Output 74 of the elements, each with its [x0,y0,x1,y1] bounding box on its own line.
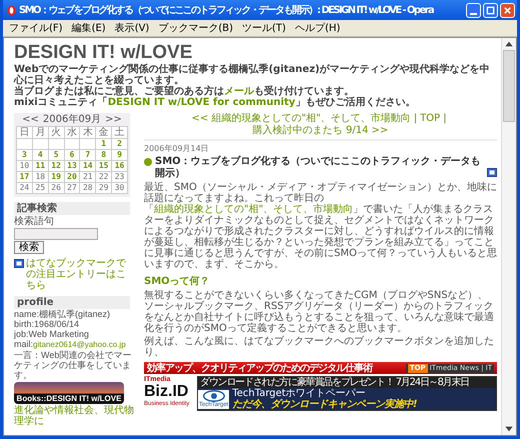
maximize-icon [486,6,495,14]
maximize-button[interactable] [483,2,498,18]
blog-description: 当ブログまたは私にご意見、ご要望のある方はメールも受け付けています。 [14,86,354,97]
section-heading: profile [14,296,130,309]
search-button[interactable]: 検索 [14,241,44,254]
text-link[interactable]: 組織的現象としての"相"、そして、市場動向 [154,204,354,215]
close-button[interactable] [500,2,515,18]
menu-item[interactable]: ヘルプ(H) [294,21,340,35]
entry-nav-link[interactable]: TOP [420,113,440,124]
bookmark-icon [14,259,24,268]
weekday-header: 月 [32,126,48,138]
entry-nav-link[interactable]: 購入検討中のまたち 9/14 >> [252,125,388,136]
email-link[interactable]: gitanez0614@yahoo.co.jp [33,340,126,349]
close-icon [503,6,512,14]
entry-paragraph: 例えば、こんな風に、はてなブックマークへのブックマークボタンを追加したり、 [144,336,495,358]
entry-subheading: SMOって何？ [144,276,211,288]
weekday-header: 日 [16,126,32,138]
menu-item[interactable]: ツール(T) [242,21,286,35]
entry-paragraph: 無視することができないくらい多くなってきたCGM（ブログやSNSなど）、ソーシャルブックマーク、RSSアグリゲータ（リーダー）からのトラフィックをなんとか自社サイトに呼び込もうとすることを狙って、いろんな意味で最適化を行うのがSMOって定義することができると思います。 [144,290,495,334]
entry-nav-link[interactable]: << 組織的現象としての"相"、そして、市場動向 [192,113,411,124]
entry-date: 2006年09月14日 [144,144,210,154]
calendar-day: 22 [98,172,108,181]
weekday-header: 土 [112,126,128,138]
books-banner[interactable]: Books::DESIGN IT! w/LOVE [14,382,124,404]
calendar-day: 10 [20,161,30,170]
blog-title: DESIGN IT! w/LOVE [14,42,194,64]
scrollbar[interactable] [501,38,516,435]
profile-line: job:Web Marketing [14,329,89,339]
calendar-day: 21 [82,172,93,181]
scrollbar-thumb[interactable] [503,50,515,122]
bullet-icon [144,158,152,166]
bookmark-icon[interactable] [487,168,497,177]
bookmark-entries-link[interactable]: はてなブックマークでの注目エントリーはこちら [26,258,132,291]
menu-item[interactable]: ファイル(F) [9,21,63,35]
search-label: 検索語句 [14,216,54,228]
menu-item[interactable]: ブックマーク(B) [158,21,234,35]
calendar-day: 29 [98,183,108,192]
ad-header-text: 効率アップ、クオリティアップのためのデジタル仕事術 [147,361,372,375]
next-month-link[interactable]: >> [105,114,122,126]
text-link[interactable]: メール [224,86,254,97]
profile-line: 一言：Web関連の会社でマーケティングの仕事をしています。 [14,350,132,380]
profile-line: name:棚橋弘季(gitanez) [14,309,110,319]
browser-logo-icon [6,4,17,16]
blog-description: Webでのマーケティング関係の仕事に従事する棚橋弘季(gitanez)がマーケティングや現代科学などを中心に日々考えたことを綴っています。 [14,64,491,86]
calendar-day: 18 [35,172,46,181]
nav-separator: | [443,113,446,124]
calendar-day: 30 [114,183,124,192]
weekday-header: 金 [96,126,112,138]
previous-month-link[interactable]: << [22,114,39,126]
search-field[interactable] [14,228,98,240]
calendar-day: 24 [20,183,30,192]
weekday-header: 水 [64,126,80,138]
nav-separator: | [414,113,418,124]
menu-item[interactable]: 編集(E) [72,21,106,35]
weekday-header: 木 [80,126,96,138]
section-heading: 記事検索 [14,202,130,215]
calendar-month: 2006年09月 [42,114,102,126]
calendar-day: 27 [67,183,77,192]
menu-item[interactable]: 表示(V) [114,21,150,35]
books-caption-link[interactable]: 進化論や情報社会、現代物理学に [14,405,134,427]
calendar-day: 26 [51,183,61,192]
calendar-day: 28 [82,183,93,192]
entry-paragraph: 最近、SMO（ソーシャル・メディア・オプティマイゼーション）とか、地味に話題になってますよね。これって昨日の「組織的現象としての"相"、そして、市場動向」で書いた「人が集まるクラスターをよりダイナミックなものとして捉え、セグメントではなくネットワークによるつながりで形成されたクラスターに対し、どうすればウイルス的に情報が蔓延し、相転移が生じるか？といった発想でプランを組み立てる」ってことに見事に通じると思うんですが、その前にSMOって何？っていう人もいると思いますので、まず、そこから。 [144,182,497,270]
calendar-day: 23 [114,172,124,181]
profile-line: mail:gitanez0614@yahoo.co.jp [14,339,126,350]
blog-description: mixiコミュニティ「DESIGN IT w/LOVE for community」もぜひご活用ください。 [14,97,416,108]
text-link[interactable]: DESIGN IT w/LOVE for community [108,97,296,108]
window-title: SMO：ウェブをブログ化する（ついでにここのトラフィック・データも開示）: DESIGN IT! w/LOVE - Opera [19,4,434,17]
minimize-button[interactable] [466,2,481,18]
calendar-day: 25 [35,183,46,192]
weekday-header: 火 [48,126,64,138]
entry-title: SMO：ウェブをブログ化する（ついでにここのトラフィック・データも開示） [155,156,482,180]
profile-line: birth:1968/06/14 [14,319,80,329]
minimize-icon [470,12,477,14]
